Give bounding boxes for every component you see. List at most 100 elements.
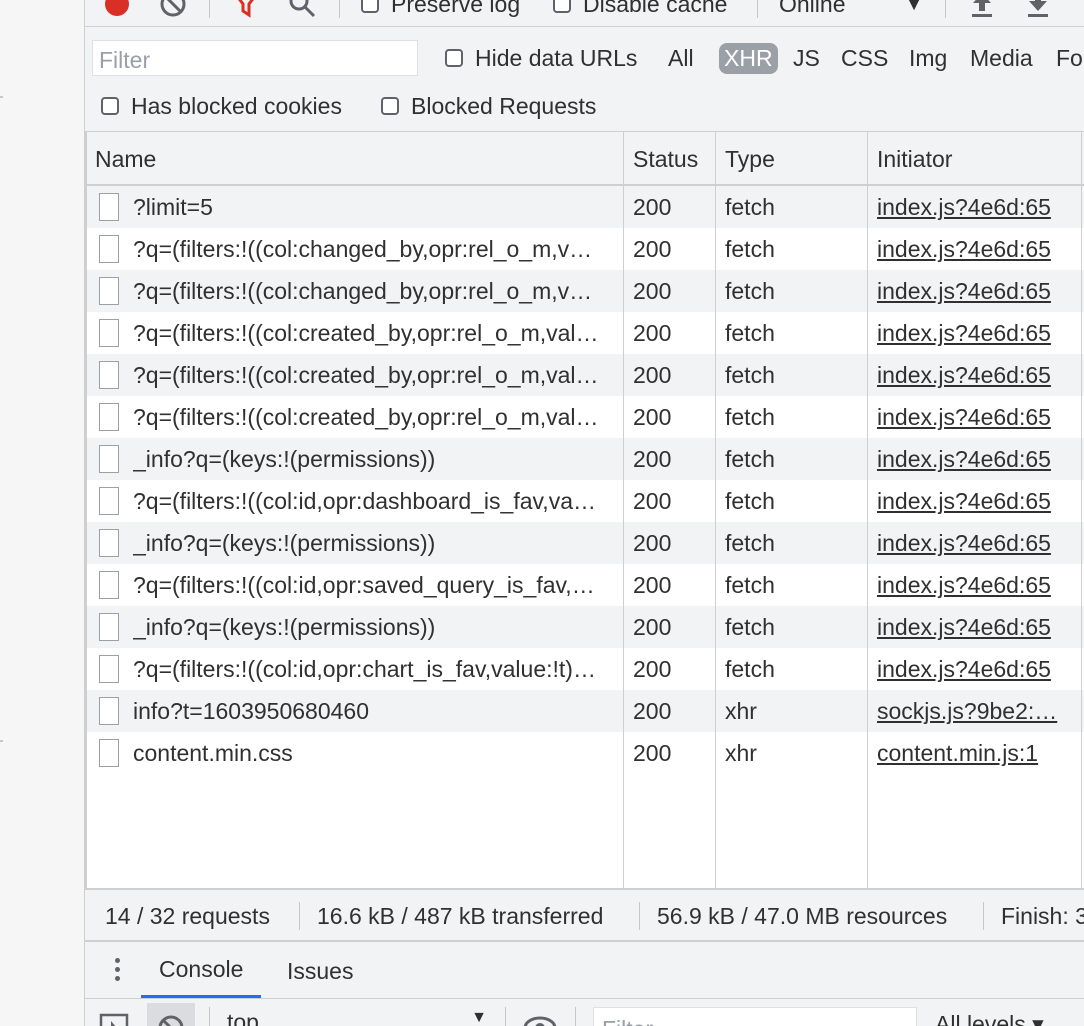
request-name[interactable]: info?t=1603950680460 bbox=[133, 690, 617, 732]
column-header-type[interactable]: Type bbox=[725, 132, 775, 186]
request-type: fetch bbox=[725, 403, 775, 430]
request-name[interactable]: ?q=(filters:!((col:created_by,opr:rel_o_… bbox=[133, 312, 617, 354]
clear-button[interactable] bbox=[159, 0, 187, 26]
table-row[interactable]: ?q=(filters:!((col:created_by,opr:rel_o_… bbox=[87, 312, 1084, 354]
request-status: 200 bbox=[633, 445, 672, 472]
table-row[interactable]: _info?q=(keys:!(permissions)) 200 fetch ind… bbox=[87, 606, 1084, 648]
console-toolbar: top ▼ Filter All levels ▾ bbox=[85, 999, 1084, 1026]
request-initiator-link[interactable]: index.js?4e6d:65 bbox=[877, 396, 1073, 438]
blocked-requests-checkbox[interactable]: Blocked Requests bbox=[381, 89, 596, 123]
table-row[interactable]: ?q=(filters:!((col:id,opr:saved_query_is… bbox=[87, 564, 1084, 606]
table-row[interactable]: ?limit=5 200 fetch index.js?4e6d:65 bbox=[87, 186, 1084, 228]
table-row[interactable]: ?q=(filters:!((col:created_by,opr:rel_o_… bbox=[87, 354, 1084, 396]
checkbox-box[interactable] bbox=[361, 0, 379, 13]
more-options-icon[interactable] bbox=[115, 958, 120, 985]
request-initiator-link[interactable]: index.js?4e6d:65 bbox=[877, 354, 1073, 396]
console-clear-button[interactable] bbox=[147, 1003, 195, 1026]
table-row[interactable]: info?t=1603950680460 200 xhr sockjs.js?9be2… bbox=[87, 690, 1084, 732]
hide-data-urls-checkbox[interactable]: Hide data URLs bbox=[445, 41, 637, 75]
request-name[interactable]: ?q=(filters:!((col:changed_by,opr:rel_o_… bbox=[133, 270, 617, 312]
tab-issues[interactable]: Issues bbox=[287, 944, 353, 998]
checkbox-box[interactable] bbox=[381, 97, 399, 115]
request-status: 200 bbox=[633, 697, 672, 724]
request-name[interactable]: content.min.css bbox=[133, 732, 617, 774]
disable-cache-label: Disable cache bbox=[583, 0, 728, 17]
request-initiator-link[interactable]: index.js?4e6d:65 bbox=[877, 438, 1073, 480]
page-margin bbox=[0, 0, 84, 1026]
sidebar-toggle-icon[interactable] bbox=[99, 1013, 129, 1026]
devtools-panel: Preserve log Disable cache Online ▼ Filt… bbox=[84, 0, 1084, 1026]
preserve-log-checkbox[interactable]: Preserve log bbox=[361, 0, 520, 26]
search-icon bbox=[289, 0, 316, 18]
column-header-status[interactable]: Status bbox=[633, 132, 698, 186]
request-name[interactable]: ?limit=5 bbox=[133, 186, 617, 228]
request-initiator-link[interactable]: index.js?4e6d:65 bbox=[877, 270, 1073, 312]
table-row[interactable]: ?q=(filters:!((col:id,opr:dashboard_is_f… bbox=[87, 480, 1084, 522]
type-filter-img[interactable]: Img bbox=[909, 41, 947, 75]
log-levels-select[interactable]: All levels ▾ bbox=[935, 1011, 1044, 1026]
type-filter-all[interactable]: All bbox=[668, 41, 694, 75]
request-name[interactable]: ?q=(filters:!((col:created_by,opr:rel_o_… bbox=[133, 354, 617, 396]
request-initiator-link[interactable]: index.js?4e6d:65 bbox=[877, 648, 1073, 690]
type-filter-xhr-pill[interactable]: XHR bbox=[719, 42, 778, 74]
table-header: Name Status Type Initiator bbox=[87, 132, 1084, 186]
request-initiator-link[interactable]: sockjs.js?9be2:… bbox=[877, 690, 1073, 732]
request-name[interactable]: ?q=(filters:!((col:created_by,opr:rel_o_… bbox=[133, 396, 617, 438]
checkbox-box[interactable] bbox=[101, 97, 119, 115]
request-initiator-link[interactable]: index.js?4e6d:65 bbox=[877, 522, 1073, 564]
request-name[interactable]: ?q=(filters:!((col:changed_by,opr:rel_o_… bbox=[133, 228, 617, 270]
request-initiator-link[interactable]: index.js?4e6d:65 bbox=[877, 228, 1073, 270]
checkbox-box[interactable] bbox=[553, 0, 571, 13]
request-name[interactable]: _info?q=(keys:!(permissions)) bbox=[133, 438, 617, 480]
request-name[interactable]: _info?q=(keys:!(permissions)) bbox=[133, 606, 617, 648]
search-button[interactable] bbox=[287, 0, 317, 26]
table-row[interactable]: ?q=(filters:!((col:changed_by,opr:rel_o_… bbox=[87, 270, 1084, 312]
table-row[interactable]: ?q=(filters:!((col:created_by,opr:rel_o_… bbox=[87, 396, 1084, 438]
request-name[interactable]: _info?q=(keys:!(permissions)) bbox=[133, 522, 617, 564]
request-name[interactable]: ?q=(filters:!((col:id,opr:saved_query_is… bbox=[133, 564, 617, 606]
throttle-select[interactable]: Online ▼ bbox=[779, 0, 929, 26]
chevron-down-icon: ▼ bbox=[471, 1009, 487, 1026]
has-blocked-cookies-checkbox[interactable]: Has blocked cookies bbox=[101, 89, 342, 123]
type-filter-xhr[interactable]: XHR bbox=[719, 41, 778, 75]
tab-console[interactable]: Console bbox=[141, 944, 262, 998]
disable-cache-checkbox[interactable]: Disable cache bbox=[553, 0, 727, 26]
record-button[interactable] bbox=[103, 0, 131, 26]
table-row[interactable]: ?q=(filters:!((col:changed_by,opr:rel_o_… bbox=[87, 228, 1084, 270]
table-row[interactable]: ?q=(filters:!((col:id,opr:chart_is_fav,v… bbox=[87, 648, 1084, 690]
context-select[interactable]: top ▼ bbox=[227, 1009, 487, 1026]
export-har-button[interactable] bbox=[1025, 0, 1051, 26]
toolbar-separator bbox=[757, 0, 758, 18]
type-filter-font[interactable]: Fo bbox=[1056, 41, 1083, 75]
request-type: fetch bbox=[725, 277, 775, 304]
request-initiator-link[interactable]: index.js?4e6d:65 bbox=[877, 312, 1073, 354]
request-initiator-link[interactable]: index.js?4e6d:65 bbox=[877, 480, 1073, 522]
filter-input[interactable]: Filter bbox=[92, 40, 418, 76]
table-row[interactable]: _info?q=(keys:!(permissions)) 200 fetch ind… bbox=[87, 522, 1084, 564]
request-initiator-link[interactable]: index.js?4e6d:65 bbox=[877, 186, 1073, 228]
request-type: fetch bbox=[725, 361, 775, 388]
console-filter-input[interactable]: Filter bbox=[593, 1007, 917, 1026]
table-row[interactable]: _info?q=(keys:!(permissions)) 200 fetch ind… bbox=[87, 438, 1084, 480]
drawer-tabbar: Console Issues bbox=[85, 944, 1084, 999]
request-name[interactable]: ?q=(filters:!((col:id,opr:dashboard_is_f… bbox=[133, 480, 617, 522]
request-initiator-link[interactable]: index.js?4e6d:65 bbox=[877, 606, 1073, 648]
checkbox-box[interactable] bbox=[445, 49, 463, 67]
request-initiator-link[interactable]: index.js?4e6d:65 bbox=[877, 564, 1073, 606]
filter-toggle-button[interactable] bbox=[231, 0, 261, 26]
document-icon bbox=[99, 529, 119, 557]
import-har-button[interactable] bbox=[969, 0, 995, 26]
request-name[interactable]: ?q=(filters:!((col:id,opr:chart_is_fav,v… bbox=[133, 648, 617, 690]
type-filter-js[interactable]: JS bbox=[793, 41, 820, 75]
type-filter-media[interactable]: Media bbox=[970, 41, 1033, 75]
eye-icon[interactable] bbox=[523, 1013, 557, 1026]
column-header-initiator[interactable]: Initiator bbox=[877, 132, 952, 186]
table-row[interactable]: content.min.css 200 xhr content.min.js:1 bbox=[87, 732, 1084, 774]
request-initiator-link[interactable]: content.min.js:1 bbox=[877, 732, 1073, 774]
column-divider bbox=[867, 132, 868, 888]
document-icon bbox=[99, 235, 119, 263]
type-filter-css[interactable]: CSS bbox=[841, 41, 888, 75]
request-count: 14 / 32 requests bbox=[105, 902, 270, 929]
column-header-name[interactable]: Name bbox=[95, 132, 156, 186]
column-divider bbox=[715, 132, 716, 888]
